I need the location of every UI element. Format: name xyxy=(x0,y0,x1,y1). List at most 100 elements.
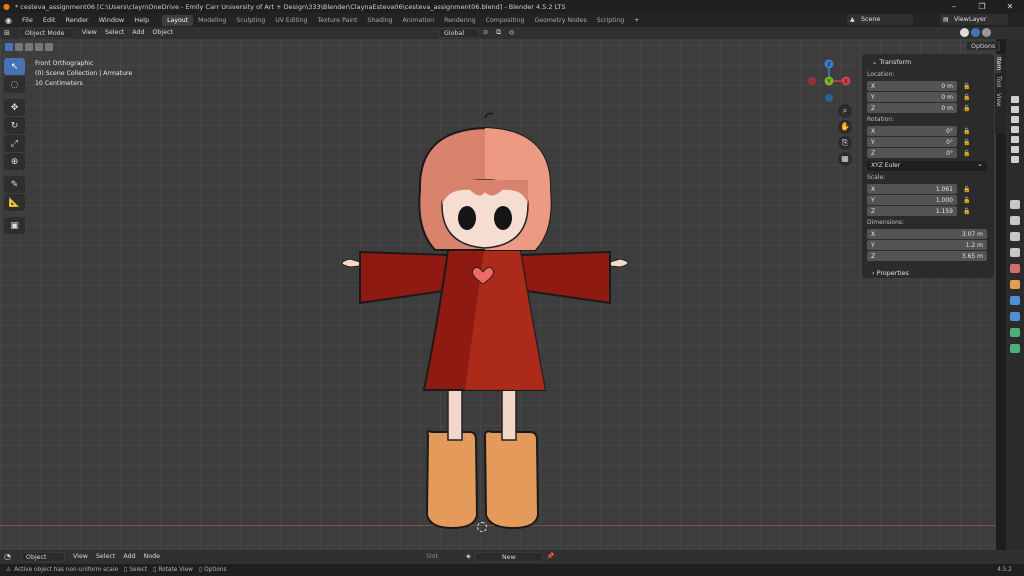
tab-shading[interactable]: Shading xyxy=(362,15,397,26)
camera-visibility-icon[interactable] xyxy=(1011,96,1019,103)
object-mode-dropdown[interactable]: Object xyxy=(20,552,65,562)
tab-scripting[interactable]: Scripting xyxy=(592,15,630,26)
pivot-icon[interactable]: ⊙ xyxy=(479,28,492,38)
menu-help[interactable]: Help xyxy=(129,16,154,24)
browse-icon[interactable]: ◈ xyxy=(462,552,475,562)
add-workspace-button[interactable]: + xyxy=(629,15,644,26)
location-z-field[interactable]: Z 0 m xyxy=(867,103,957,113)
menu-window[interactable]: Window xyxy=(94,16,130,24)
camera-visibility-icon[interactable] xyxy=(1011,146,1019,153)
lock-icon[interactable]: 🔓 xyxy=(963,208,970,215)
select-subtract-icon[interactable] xyxy=(25,43,33,51)
annotate-tool-icon[interactable]: ✎ xyxy=(4,176,25,193)
camera-visibility-icon[interactable] xyxy=(1011,126,1019,133)
cursor-tool-icon[interactable]: ◌ xyxy=(4,76,25,93)
minimize-button[interactable]: – xyxy=(940,0,968,13)
camera-visibility-icon[interactable] xyxy=(1011,156,1019,163)
tab-geometry-nodes[interactable]: Geometry Nodes xyxy=(530,15,592,26)
orientation-dropdown[interactable]: Global xyxy=(438,28,479,38)
dimensions-z-field[interactable]: Z 3.65 m xyxy=(867,251,987,261)
maximize-button[interactable]: ❐ xyxy=(968,0,996,13)
view-layer-selector[interactable]: ▤ ViewLayer xyxy=(940,14,1008,25)
location-y-field[interactable]: Y 0 m xyxy=(867,92,957,102)
menu-view[interactable]: View xyxy=(69,552,92,562)
menu-add[interactable]: Add xyxy=(128,28,148,38)
lock-icon[interactable]: 🔓 xyxy=(963,139,970,146)
menu-select[interactable]: Select xyxy=(92,552,119,562)
properties-header[interactable]: › Properties xyxy=(862,265,994,279)
navigation-gizmo[interactable]: Z Y X xyxy=(805,57,853,105)
camera-visibility-icon[interactable] xyxy=(1011,136,1019,143)
menu-node[interactable]: Node xyxy=(140,552,164,562)
scale-tool-icon[interactable]: ⤢ xyxy=(4,135,25,152)
select-intersect-icon[interactable] xyxy=(45,43,53,51)
tab-layout[interactable]: Layout xyxy=(162,14,194,26)
object-properties-icon[interactable] xyxy=(1010,280,1020,289)
new-button[interactable]: New xyxy=(474,552,543,562)
select-tool-icon[interactable]: ↖ xyxy=(4,58,25,75)
modifier-properties-icon[interactable] xyxy=(1010,296,1020,305)
lock-icon[interactable]: 🔓 xyxy=(963,197,970,204)
dimensions-y-field[interactable]: Y 1.2 m xyxy=(867,240,987,250)
pin-icon[interactable]: 📌 xyxy=(543,552,559,562)
proportional-edit-icon[interactable]: ◎ xyxy=(505,28,519,38)
snap-icon[interactable]: ⧉ xyxy=(492,28,505,38)
view-layer-properties-icon[interactable] xyxy=(1010,248,1020,257)
armature-data-icon[interactable] xyxy=(1010,328,1020,337)
mode-dropdown[interactable]: Object Mode xyxy=(19,28,74,38)
transform-header[interactable]: ⌄ Transform xyxy=(862,54,994,68)
measure-tool-icon[interactable]: 📐 xyxy=(4,194,25,211)
rotation-z-field[interactable]: Z 0° xyxy=(867,148,957,158)
menu-object[interactable]: Object xyxy=(148,28,177,38)
menu-edit[interactable]: Edit xyxy=(38,16,61,24)
tab-sculpting[interactable]: Sculpting xyxy=(231,15,270,26)
viewport-shading-solid-icon[interactable] xyxy=(960,28,969,37)
scale-z-field[interactable]: Z 1.159 xyxy=(867,206,957,216)
tab-compositing[interactable]: Compositing xyxy=(481,15,530,26)
tab-uv-editing[interactable]: UV Editing xyxy=(270,15,312,26)
lock-icon[interactable]: 🔓 xyxy=(963,83,970,90)
transform-tool-icon[interactable]: ⊕ xyxy=(4,153,25,170)
add-cube-tool-icon[interactable]: ▣ xyxy=(4,217,25,234)
viewport-shading-material-icon[interactable] xyxy=(971,28,980,37)
tab-rendering[interactable]: Rendering xyxy=(439,15,481,26)
select-new-icon[interactable] xyxy=(5,43,13,51)
viewport-shading-rendered-icon[interactable] xyxy=(982,28,991,37)
tab-texture-paint[interactable]: Texture Paint xyxy=(312,15,362,26)
lock-icon[interactable]: 🔓 xyxy=(963,150,970,157)
editor-type-icon[interactable]: ⊞ xyxy=(0,28,14,38)
zoom-icon[interactable]: ⌕ xyxy=(838,104,852,118)
menu-render[interactable]: Render xyxy=(60,16,93,24)
select-extend-icon[interactable] xyxy=(15,43,23,51)
blender-menu-icon[interactable]: ◉ xyxy=(0,16,17,25)
tool-properties-icon[interactable] xyxy=(1010,200,1020,209)
camera-visibility-icon[interactable] xyxy=(1011,106,1019,113)
rotation-mode-dropdown[interactable]: XYZ Euler xyxy=(867,159,987,171)
tab-tool[interactable]: Tool xyxy=(995,73,1001,90)
rotation-x-field[interactable]: X 0° xyxy=(867,126,957,136)
character-model[interactable] xyxy=(330,110,640,540)
menu-view[interactable]: View xyxy=(78,28,101,38)
camera-view-icon[interactable]: ⎘ xyxy=(838,136,852,150)
options-button[interactable]: Options xyxy=(966,41,1001,51)
scene-selector[interactable]: ▲ Scene xyxy=(847,14,913,25)
move-tool-icon[interactable]: ✥ xyxy=(4,99,25,116)
editor-type-icon[interactable]: ◔ xyxy=(0,552,15,562)
bone-properties-icon[interactable] xyxy=(1010,344,1020,353)
menu-file[interactable]: File xyxy=(17,16,38,24)
location-x-field[interactable]: X 0 m xyxy=(867,81,957,91)
lock-icon[interactable]: 🔓 xyxy=(963,128,970,135)
lock-icon[interactable]: 🔓 xyxy=(963,186,970,193)
lock-icon[interactable]: 🔓 xyxy=(963,105,970,112)
scene-properties-icon[interactable] xyxy=(1010,264,1020,273)
slot-dropdown[interactable]: Slot xyxy=(422,552,462,562)
tab-modeling[interactable]: Modeling xyxy=(193,15,231,26)
menu-select[interactable]: Select xyxy=(101,28,128,38)
render-properties-icon[interactable] xyxy=(1010,216,1020,225)
tab-item[interactable]: Item xyxy=(995,54,1001,74)
output-properties-icon[interactable] xyxy=(1010,232,1020,241)
select-invert-icon[interactable] xyxy=(35,43,43,51)
dimensions-x-field[interactable]: X 3.07 m xyxy=(867,229,987,239)
camera-visibility-icon[interactable] xyxy=(1011,116,1019,123)
scale-x-field[interactable]: X 1.061 xyxy=(867,184,957,194)
